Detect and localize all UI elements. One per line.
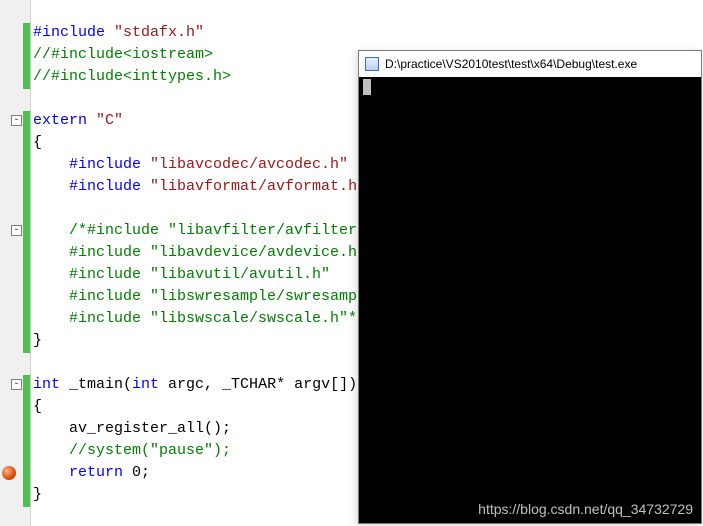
code-token xyxy=(33,178,69,195)
code-token: 0; xyxy=(123,464,150,481)
code-line[interactable]: int _tmain(int argc, _TCHAR* argv[]) xyxy=(33,374,402,396)
code-line[interactable]: } xyxy=(33,330,402,352)
code-token xyxy=(87,112,96,129)
code-line[interactable] xyxy=(33,352,402,374)
code-line[interactable]: #include "libswresample/swresample.h" xyxy=(33,286,402,308)
console-window[interactable]: D:\practice\VS2010test\test\x64\Debug\te… xyxy=(358,50,702,524)
code-token xyxy=(33,266,69,283)
code-line[interactable]: } xyxy=(33,484,402,506)
code-token: //system("pause"); xyxy=(69,442,231,459)
code-line[interactable]: //#include<iostream> xyxy=(33,44,402,66)
code-line[interactable] xyxy=(33,88,402,110)
code-line[interactable]: #include "libswscale/swscale.h"*/ xyxy=(33,308,402,330)
console-titlebar[interactable]: D:\practice\VS2010test\test\x64\Debug\te… xyxy=(359,51,701,77)
code-token: #include "libswscale/swscale.h"*/ xyxy=(69,310,366,327)
code-token: "stdafx.h" xyxy=(114,24,204,41)
console-body[interactable]: https://blog.csdn.net/qq_34732729 xyxy=(359,77,701,523)
code-line[interactable] xyxy=(33,0,402,22)
code-token: int xyxy=(132,376,159,393)
code-token: "libavformat/avformat.h" xyxy=(150,178,366,195)
code-line[interactable]: #include "libavdevice/avdevice.h" xyxy=(33,242,402,264)
code-token: int xyxy=(33,376,60,393)
code-token xyxy=(33,222,69,239)
code-token: #include "libswresample/swresample.h" xyxy=(69,288,402,305)
code-line[interactable]: //#include<inttypes.h> xyxy=(33,66,402,88)
code-token: #include "libavutil/avutil.h" xyxy=(69,266,330,283)
fold-toggle[interactable]: - xyxy=(11,115,22,126)
code-token xyxy=(33,156,69,173)
code-token: "libavcodec/avcodec.h" xyxy=(150,156,348,173)
code-token: "C" xyxy=(96,112,123,129)
console-cursor xyxy=(363,79,371,95)
code-line[interactable]: { xyxy=(33,132,402,154)
code-token xyxy=(33,442,69,459)
code-token xyxy=(33,464,69,481)
watermark-text: https://blog.csdn.net/qq_34732729 xyxy=(478,501,693,517)
change-mark xyxy=(23,419,30,507)
code-line[interactable]: av_register_all(); xyxy=(33,418,402,440)
code-token xyxy=(33,288,69,305)
code-token: { xyxy=(33,134,42,151)
code-token: { xyxy=(33,398,42,415)
code-line[interactable]: #include "libavformat/avformat.h" xyxy=(33,176,402,198)
code-line[interactable]: //system("pause"); xyxy=(33,440,402,462)
code-token: #include "libavdevice/avdevice.h" xyxy=(69,244,366,261)
code-token xyxy=(33,310,69,327)
code-token: //#include<iostream> xyxy=(33,46,213,63)
breakpoint-icon[interactable] xyxy=(2,466,16,480)
code-token: return xyxy=(69,464,123,481)
code-line[interactable]: { xyxy=(33,396,402,418)
code-token: _tmain( xyxy=(60,376,132,393)
code-area[interactable]: #include "stdafx.h" //#include<iostream> /… xyxy=(31,0,402,506)
code-token: } xyxy=(33,332,42,349)
code-token: av_register_all(); xyxy=(33,420,231,437)
code-line[interactable] xyxy=(33,198,402,220)
app-icon xyxy=(365,57,379,71)
code-line[interactable]: #include "stdafx.h" xyxy=(33,22,402,44)
code-line[interactable]: #include "libavutil/avutil.h" xyxy=(33,264,402,286)
code-token: #include xyxy=(69,178,150,195)
code-line[interactable]: #include "libavcodec/avcodec.h" xyxy=(33,154,402,176)
code-line[interactable]: extern "C" xyxy=(33,110,402,132)
change-mark xyxy=(23,375,30,419)
code-token: //#include<inttypes.h> xyxy=(33,68,231,85)
code-line[interactable]: /*#include "libavfilter/avfilter.h" xyxy=(33,220,402,242)
fold-toggle[interactable]: - xyxy=(11,379,22,390)
code-line[interactable]: return 0; xyxy=(33,462,402,484)
code-token: /*#include "libavfilter/avfilter.h" xyxy=(69,222,384,239)
code-token: argc, _TCHAR* argv[]) xyxy=(159,376,357,393)
code-token: extern xyxy=(33,112,87,129)
change-mark xyxy=(23,111,30,353)
console-title: D:\practice\VS2010test\test\x64\Debug\te… xyxy=(385,57,637,71)
code-token: #include xyxy=(69,156,150,173)
code-token: } xyxy=(33,486,42,503)
change-mark xyxy=(23,23,30,89)
code-token: #include xyxy=(33,24,114,41)
fold-toggle[interactable]: - xyxy=(11,225,22,236)
code-token xyxy=(33,244,69,261)
